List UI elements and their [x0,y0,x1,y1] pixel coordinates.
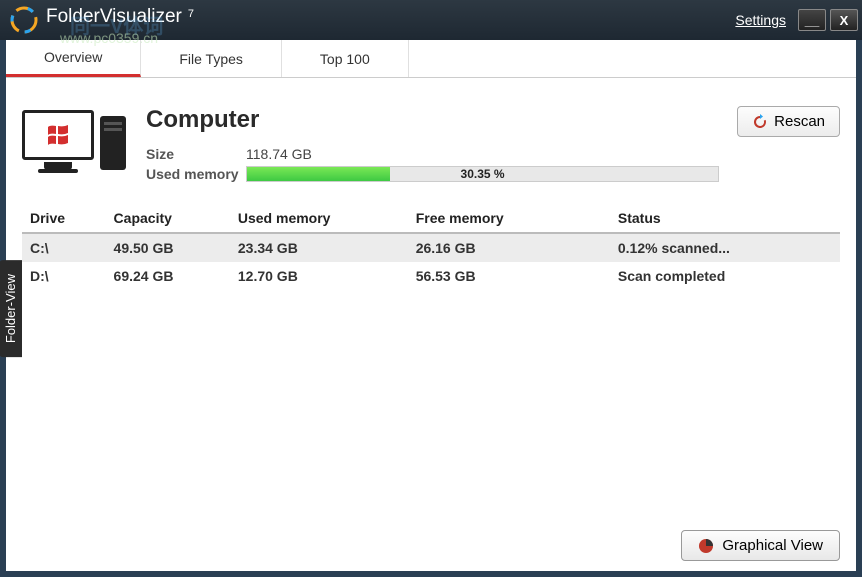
table-row[interactable]: C:\49.50 GB23.34 GB26.16 GB0.12% scanned… [22,233,840,262]
cell-status: 0.12% scanned... [578,233,840,262]
close-button[interactable]: X [830,9,858,31]
col-status[interactable]: Status [578,204,840,233]
minimize-button[interactable]: __ [798,9,826,31]
cell-used: 23.34 GB [230,233,408,262]
content-area: Computer Size 118.74 GB Used memory 30.3… [6,78,856,571]
cell-free: 26.16 GB [408,233,578,262]
col-capacity[interactable]: Capacity [106,204,230,233]
cell-drive: D:\ [22,262,106,290]
cell-status: Scan completed [578,262,840,290]
computer-icon [22,106,128,172]
windows-flag-icon [46,125,70,145]
page-heading: Computer [146,106,719,134]
used-memory-percent: 30.35 % [247,167,718,181]
rescan-label: Rescan [774,113,825,130]
summary-panel: Computer Size 118.74 GB Used memory 30.3… [22,106,840,186]
cell-drive: C:\ [22,233,106,262]
refresh-icon [752,114,768,130]
col-used[interactable]: Used memory [230,204,408,233]
settings-link[interactable]: Settings [735,12,786,28]
used-memory-progress: 30.35 % [246,166,719,182]
titlebar: FolderVisualizer 7 同一V体词 www.pc0359.cn S… [0,0,862,40]
size-label: Size [146,146,246,162]
cell-used: 12.70 GB [230,262,408,290]
table-header-row: Drive Capacity Used memory Free memory S… [22,204,840,233]
tabs-bar: Overview File Types Top 100 [6,40,856,78]
col-free[interactable]: Free memory [408,204,578,233]
tab-top-100[interactable]: Top 100 [282,40,409,77]
graphical-view-label: Graphical View [722,537,823,554]
rescan-button[interactable]: Rescan [737,106,840,137]
folder-view-side-tab[interactable]: Folder-View [0,260,22,357]
tab-file-types[interactable]: File Types [141,40,282,77]
cell-capacity: 69.24 GB [106,262,230,290]
pie-chart-icon [698,538,714,554]
size-value: 118.74 GB [246,146,312,162]
table-row[interactable]: D:\69.24 GB12.70 GB56.53 GBScan complete… [22,262,840,290]
drives-table: Drive Capacity Used memory Free memory S… [22,204,840,290]
graphical-view-button[interactable]: Graphical View [681,530,840,561]
col-drive[interactable]: Drive [22,204,106,233]
app-title: FolderVisualizer [46,6,182,28]
cell-capacity: 49.50 GB [106,233,230,262]
cell-free: 56.53 GB [408,262,578,290]
app-version: 7 [188,8,194,20]
app-logo-icon [10,6,38,34]
tab-overview[interactable]: Overview [6,40,141,77]
used-memory-label: Used memory [146,166,246,182]
